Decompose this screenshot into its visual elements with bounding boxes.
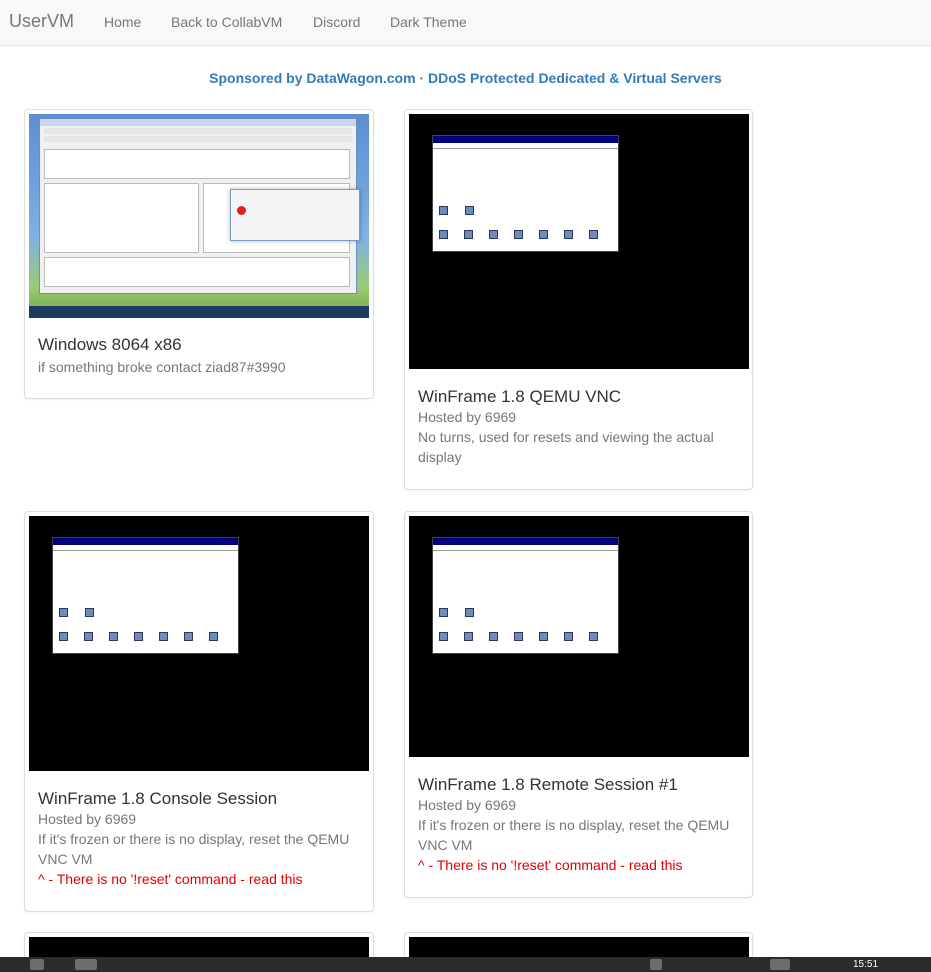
program-manager-image xyxy=(432,537,619,654)
nav-discord[interactable]: Discord xyxy=(313,14,360,30)
tray-icon[interactable] xyxy=(650,959,662,970)
nav-back-to-collabvm[interactable]: Back to CollabVM xyxy=(171,14,282,30)
vm-title: Windows 8064 x86 xyxy=(38,335,182,354)
program-manager-image xyxy=(432,135,619,252)
vm-description: If it's frozen or there is no display, r… xyxy=(418,817,730,853)
reset-warning-link[interactable]: ^ - There is no '!reset' command - read … xyxy=(38,871,303,887)
vm-host: Hosted by 6969 xyxy=(418,409,517,425)
sponsor-link[interactable]: Sponsored by DataWagon.com · DDoS Protec… xyxy=(0,70,931,86)
tray-icon[interactable] xyxy=(770,959,790,970)
vm-description: if something broke contact ziad87#3990 xyxy=(38,359,286,375)
vm-host: Hosted by 6969 xyxy=(38,811,137,827)
vm-card-winframe-qemu-vnc[interactable]: WinFrame 1.8 QEMU VNC Hosted by 6969 No … xyxy=(404,109,753,490)
filezilla-window-image xyxy=(39,118,360,294)
app-icon[interactable] xyxy=(75,959,97,970)
vm-description: If it's frozen or there is no display, r… xyxy=(38,831,350,867)
vm-screenshot[interactable] xyxy=(409,516,749,757)
taskbar-clock[interactable]: 15:51 xyxy=(853,959,878,970)
error-dialog-image xyxy=(230,189,360,241)
guest-taskbar-image xyxy=(29,306,369,318)
vm-screenshot[interactable] xyxy=(409,114,749,369)
vm-screenshot[interactable] xyxy=(29,114,369,318)
vm-description: No turns, used for resets and viewing th… xyxy=(418,429,714,465)
vm-title: WinFrame 1.8 Console Session xyxy=(38,789,278,808)
program-manager-image xyxy=(52,537,239,654)
host-taskbar: 15:51 xyxy=(0,957,931,972)
vm-card-windows-8064[interactable]: Windows 8064 x86 if something broke cont… xyxy=(24,109,374,399)
vm-card-winframe-console[interactable]: WinFrame 1.8 Console Session Hosted by 6… xyxy=(24,511,374,912)
vm-title: WinFrame 1.8 QEMU VNC xyxy=(418,387,622,406)
app-icon[interactable] xyxy=(30,959,44,970)
vm-host: Hosted by 6969 xyxy=(418,797,517,813)
vm-title: WinFrame 1.8 Remote Session #1 xyxy=(418,775,678,794)
nav-dark-theme[interactable]: Dark Theme xyxy=(390,14,467,30)
error-icon xyxy=(237,206,246,215)
brand-link[interactable]: UserVM xyxy=(9,11,74,32)
reset-warning-link[interactable]: ^ - There is no '!reset' command - read … xyxy=(418,857,683,873)
vm-card-winframe-remote-1[interactable]: WinFrame 1.8 Remote Session #1 Hosted by… xyxy=(404,511,753,898)
navbar: UserVM Home Back to CollabVM Discord Dar… xyxy=(0,0,931,46)
vm-screenshot[interactable] xyxy=(29,516,369,771)
nav-home[interactable]: Home xyxy=(104,14,141,30)
